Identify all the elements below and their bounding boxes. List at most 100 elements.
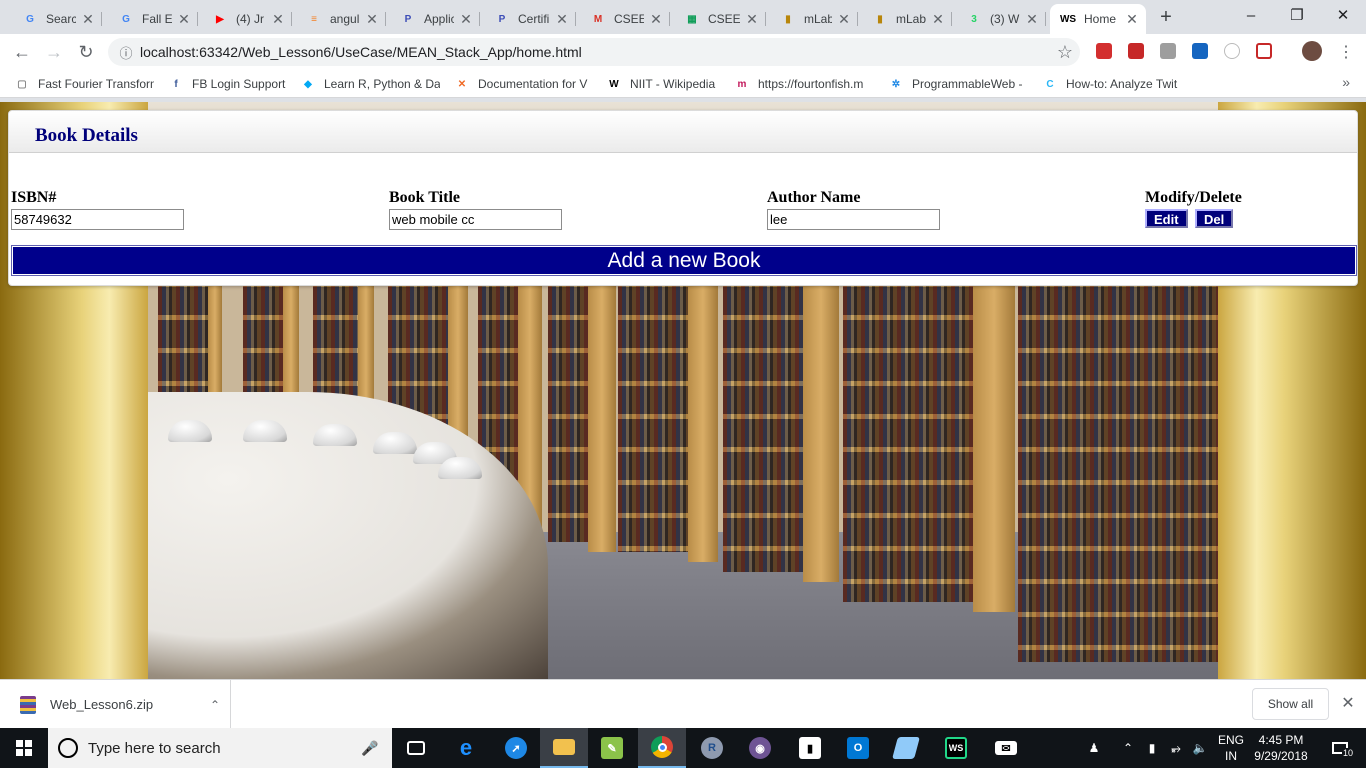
tab[interactable]: G Search ✕ — [12, 4, 102, 34]
bookmark-star-icon[interactable]: ☆ — [1050, 42, 1080, 63]
close-icon[interactable]: ✕ — [1338, 693, 1358, 713]
book-title-input[interactable] — [389, 209, 562, 230]
tab-label: (4) Jr — [236, 12, 264, 26]
menu-icon[interactable]: ⋮ — [1334, 40, 1358, 64]
add-book-button[interactable]: Add a new Book — [11, 245, 1357, 276]
bookmark-item[interactable]: C How-to: Analyze Twit — [1042, 76, 1182, 92]
edge-icon[interactable]: e — [442, 728, 490, 768]
chrome-icon[interactable] — [638, 728, 686, 768]
taskbar-search[interactable]: Type here to search 🎤 — [48, 728, 392, 768]
clock[interactable]: 4:45 PM 9/29/2018 — [1248, 732, 1314, 764]
chevron-up-icon[interactable]: ⌃ — [200, 698, 230, 712]
tab[interactable]: ▦ CSEE ✕ — [674, 4, 766, 34]
bookmark-item[interactable]: W NIIT - Wikipedia — [606, 76, 718, 92]
bookmark-item[interactable]: ✕ Documentation for V — [454, 76, 594, 92]
address-bar[interactable]: ⓘ localhost:63342/Web_Lesson6/UseCase/ME… — [108, 38, 1080, 66]
tab[interactable]: P Certifi ✕ — [484, 4, 576, 34]
bookmarks-bar: » ▢ Fast Fourier Transform f FB Login Suppo… — [0, 70, 1366, 98]
tab[interactable]: P Applic ✕ — [390, 4, 480, 34]
delete-button[interactable]: Del — [1195, 209, 1234, 228]
maximize-button[interactable]: ❐ — [1274, 0, 1320, 30]
book-table: ISBN# Book Title Author Name Modify/Dele… — [11, 189, 1357, 239]
extension-icon[interactable] — [1224, 43, 1240, 59]
people-icon[interactable]: ♟ — [1082, 728, 1106, 768]
extension-icon[interactable] — [1160, 43, 1176, 59]
avatar[interactable] — [1302, 41, 1322, 61]
sticky-notes-icon[interactable]: ▮ — [786, 728, 834, 768]
close-icon[interactable]: ✕ — [458, 11, 474, 28]
file-explorer-icon[interactable] — [540, 728, 588, 768]
author-column: Author Name — [767, 189, 940, 230]
notepad-icon[interactable]: ✎ — [588, 728, 636, 768]
extension-icon[interactable] — [1192, 43, 1208, 59]
chevron-up-icon[interactable]: ⌃ — [1118, 728, 1138, 768]
r-studio-icon[interactable]: R — [688, 728, 736, 768]
battery-icon[interactable]: ▮ — [1142, 728, 1162, 768]
actions-header: Modify/Delete — [1145, 189, 1242, 206]
close-icon[interactable]: ✕ — [1024, 11, 1040, 28]
info-icon[interactable]: ⓘ — [112, 43, 140, 62]
close-icon[interactable]: ✕ — [554, 11, 570, 28]
language-indicator[interactable]: ENG IN — [1214, 732, 1248, 764]
doc-icon: ▢ — [17, 78, 27, 90]
close-icon[interactable]: ✕ — [930, 11, 946, 28]
app-icon[interactable] — [882, 728, 930, 768]
tab-label: Home — [1084, 12, 1117, 26]
wifi-icon[interactable]: ⥵ — [1166, 728, 1186, 768]
minimize-button[interactable]: – — [1228, 0, 1274, 30]
bookmark-item[interactable]: ✲ ProgrammableWeb - — [888, 76, 1028, 92]
outlook-icon[interactable]: O — [834, 728, 882, 768]
tab[interactable]: WS Home ✕ — [1050, 4, 1146, 34]
extension-icon[interactable] — [1096, 43, 1112, 59]
close-icon[interactable]: ✕ — [744, 11, 760, 28]
tab[interactable]: ▶ (4) Jr ✕ — [202, 4, 292, 34]
notification-center-icon[interactable]: 10 — [1320, 728, 1360, 768]
safari-icon[interactable]: ➚ — [492, 728, 540, 768]
cortana-icon — [58, 738, 78, 758]
close-icon[interactable]: ✕ — [270, 11, 286, 28]
close-icon[interactable]: ✕ — [364, 11, 380, 28]
bookmark-item[interactable]: ◆ Learn R, Python & Da — [300, 76, 440, 92]
extension-icon[interactable] — [1128, 43, 1144, 59]
bookmark-item[interactable]: ▢ Fast Fourier Transform — [14, 76, 154, 92]
region-code: IN — [1225, 749, 1237, 763]
close-icon[interactable]: ✕ — [648, 11, 664, 28]
isbn-input[interactable] — [11, 209, 184, 230]
mail-icon[interactable]: ✉ — [982, 728, 1030, 768]
whatsapp-icon: 3 — [971, 13, 977, 25]
tab[interactable]: ▮ mLab ✕ — [770, 4, 858, 34]
bookmarks-overflow-icon[interactable]: » — [1342, 74, 1350, 90]
close-icon[interactable]: ✕ — [176, 11, 192, 28]
tab[interactable]: 3 (3) W ✕ — [956, 4, 1046, 34]
edit-button[interactable]: Edit — [1145, 209, 1188, 228]
start-button[interactable] — [0, 728, 48, 768]
show-all-button[interactable]: Show all — [1252, 688, 1329, 720]
webstorm-icon[interactable]: WS — [932, 728, 980, 768]
new-tab-button[interactable]: + — [1154, 6, 1178, 30]
tab[interactable]: ≡ angul ✕ — [296, 4, 386, 34]
tab-strip: + – ❐ ✕ G Search ✕ G Fall Ed ✕ ▶ (4) Jr ✕ ≡ angul ✕… — [0, 0, 1366, 34]
datacamp-icon: ◆ — [304, 78, 312, 90]
browser-toolbar: ← → ↻ ⓘ localhost:63342/Web_Lesson6/UseC… — [0, 34, 1366, 70]
microphone-icon[interactable]: 🎤 — [358, 740, 382, 757]
tab[interactable]: M CSEE ✕ — [580, 4, 670, 34]
task-view-icon[interactable] — [392, 728, 440, 768]
isbn-header: ISBN# — [11, 189, 57, 206]
close-icon[interactable]: ✕ — [80, 11, 96, 28]
tab[interactable]: ▮ mLab ✕ — [862, 4, 952, 34]
close-icon[interactable]: ✕ — [836, 11, 852, 28]
bookmark-label: Fast Fourier Transform — [38, 77, 154, 91]
close-window-button[interactable]: ✕ — [1320, 0, 1366, 30]
close-icon[interactable]: ✕ — [1124, 11, 1140, 28]
tab[interactable]: G Fall Ed ✕ — [108, 4, 198, 34]
forward-button[interactable]: → — [42, 40, 66, 64]
author-name-input[interactable] — [767, 209, 940, 230]
download-item[interactable]: Web_Lesson6.zip ⌃ — [0, 680, 231, 729]
bookmark-item[interactable]: f FB Login Support — [168, 76, 288, 92]
back-button[interactable]: ← — [10, 40, 34, 64]
reload-button[interactable]: ↻ — [74, 40, 98, 64]
volume-icon[interactable]: 🔈 — [1190, 728, 1210, 768]
github-icon[interactable]: ◉ — [736, 728, 784, 768]
extension-icon[interactable] — [1256, 43, 1272, 59]
bookmark-item[interactable]: m https://fourtonfish.m — [734, 76, 874, 92]
